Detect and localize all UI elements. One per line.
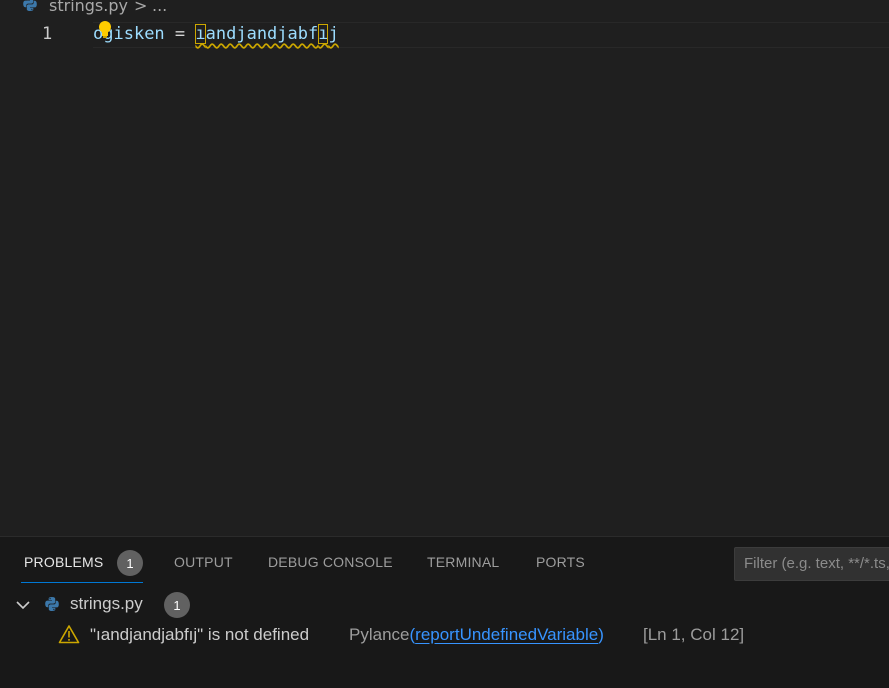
tab-debug-console[interactable]: DEBUG CONSOLE [268, 554, 393, 570]
bottom-panel: PROBLEMS 1 OUTPUT DEBUG CONSOLE TERMINAL… [0, 536, 889, 688]
chevron-down-icon[interactable] [15, 597, 31, 617]
line-number: 1 [42, 24, 53, 44]
panel-tabs: PROBLEMS 1 OUTPUT DEBUG CONSOLE TERMINAL… [0, 537, 889, 589]
breadcrumb-separator-icon: > [134, 0, 148, 15]
editor[interactable]: 1 ogisken = ıandjandjabfıj [0, 18, 889, 536]
identifier-end: j [328, 24, 339, 44]
file-problem-count-badge: 1 [164, 592, 190, 618]
unicode-highlight-first: ı [195, 24, 206, 44]
unicode-highlight-second: ı [318, 24, 329, 44]
tab-output[interactable]: OUTPUT [174, 554, 233, 570]
problem-code-link[interactable]: reportUndefinedVariable [415, 625, 598, 644]
lightbulb-icon[interactable] [97, 20, 113, 40]
breadcrumb: strings.py > ... [0, 0, 889, 18]
vscode-window: strings.py > ... 1 ogisken = ıandjandjab… [0, 0, 889, 688]
code-line[interactable]: ogisken = ıandjandjabfıj [93, 24, 339, 44]
tab-problems[interactable]: PROBLEMS [24, 554, 103, 570]
breadcrumb-symbols[interactable]: ... [152, 0, 167, 15]
warning-icon [58, 624, 80, 648]
problems-filter-input[interactable]: Filter (e.g. text, **/*.ts, !**/node_mod… [734, 547, 889, 581]
tab-terminal[interactable]: TERMINAL [427, 554, 499, 570]
tab-ports[interactable]: PORTS [536, 554, 585, 570]
problem-source-name: Pylance [349, 625, 410, 644]
problem-message: "ıandjandjabfıj" is not defined [90, 625, 310, 644]
problem-file-name: strings.py [70, 594, 143, 613]
problem-position: [Ln 1, Col 12] [643, 625, 745, 644]
problems-count-badge: 1 [117, 550, 143, 576]
python-file-icon [22, 0, 38, 16]
python-file-icon [44, 595, 60, 617]
breadcrumb-file[interactable]: strings.py [49, 0, 128, 15]
undefined-identifier: ıandjandjabfıj [195, 24, 339, 44]
problem-item[interactable]: "ıandjandjabfıj" is not defined Pylance(… [0, 623, 889, 649]
problem-source: Pylance(reportUndefinedVariable) [349, 625, 604, 644]
assign-operator: = [164, 24, 196, 44]
identifier-middle: andjandjabf [205, 24, 319, 44]
problem-file-row[interactable]: strings.py 1 [0, 591, 889, 619]
active-tab-indicator [21, 582, 143, 583]
